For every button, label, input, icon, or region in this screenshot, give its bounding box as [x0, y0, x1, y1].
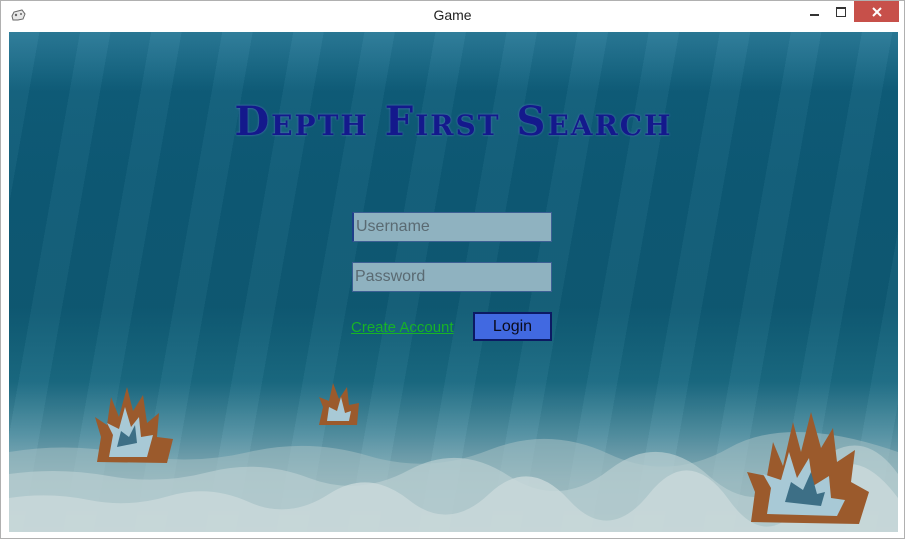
underwater-scene: Depth First Search Create Account Login: [9, 32, 898, 532]
minimize-icon: [809, 13, 819, 16]
password-input[interactable]: [352, 262, 552, 292]
minimize-button[interactable]: [801, 1, 827, 22]
coral-middle: [319, 383, 359, 425]
maximize-button[interactable]: [827, 1, 854, 22]
login-button[interactable]: Login: [473, 312, 552, 341]
maximize-icon: [835, 6, 846, 17]
close-icon: [871, 6, 882, 17]
window-title: Game: [433, 7, 472, 23]
title-bar[interactable]: Game: [1, 1, 904, 31]
game-window: Game Depth First Search Username Create …: [0, 0, 905, 539]
close-button[interactable]: [854, 1, 899, 22]
create-account-link[interactable]: Create Account: [351, 319, 454, 336]
coral-left: [95, 387, 173, 463]
coral-right: [747, 412, 869, 524]
game-title: Depth First Search: [234, 98, 673, 145]
username-input[interactable]: [352, 212, 552, 242]
